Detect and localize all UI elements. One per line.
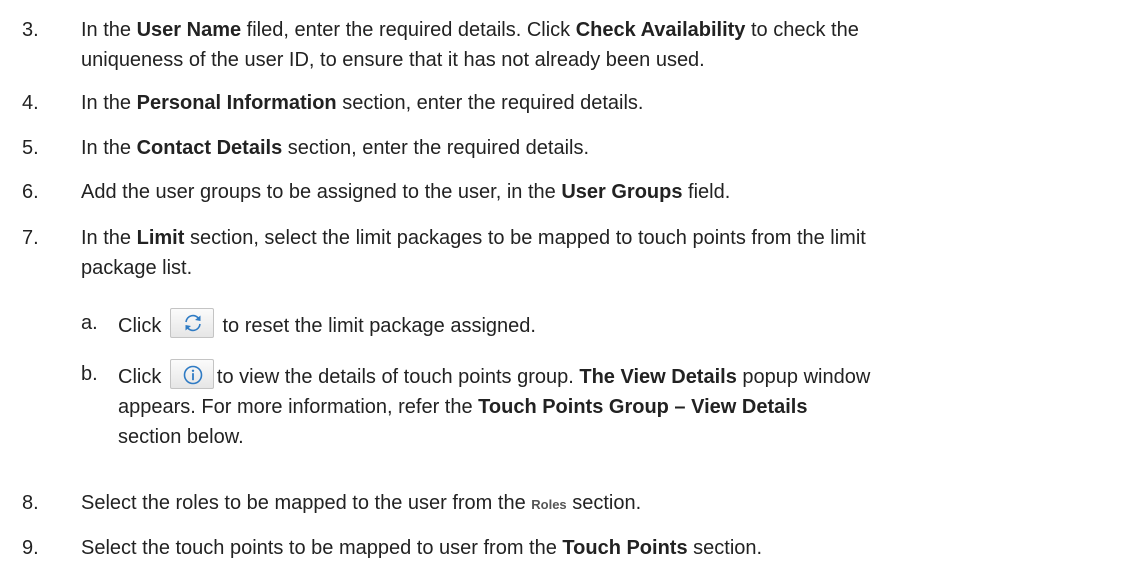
substep-letter: a. [81,312,98,334]
step-number: 3. [22,19,39,41]
step-number: 4. [22,92,39,114]
step-number: 6. [22,181,39,203]
step-number: 7. [22,227,39,249]
substep-text: Click to reset the limit package assigne… [118,308,1118,341]
step-text: Select the roles to be mapped to the use… [81,492,642,514]
step-text: Add the user groups to be assigned to th… [81,181,731,203]
step-number: 8. [22,492,39,514]
info-icon[interactable] [169,359,214,389]
step-text: In the Contact Details section, enter th… [81,137,590,159]
step-number: 5. [22,137,39,159]
substep-letter: b. [81,363,98,385]
step-text: Select the touch points to be mapped to … [81,537,763,559]
step-number: 9. [22,537,39,559]
step-text: In the Personal Information section, ent… [81,92,644,114]
step-text: In the Limit section, select the limit p… [81,227,866,279]
refresh-icon[interactable] [169,308,214,338]
step-text: In the User Name filed, enter the requir… [81,19,859,71]
substep-text: Click to view the details of touch point… [118,359,1118,452]
